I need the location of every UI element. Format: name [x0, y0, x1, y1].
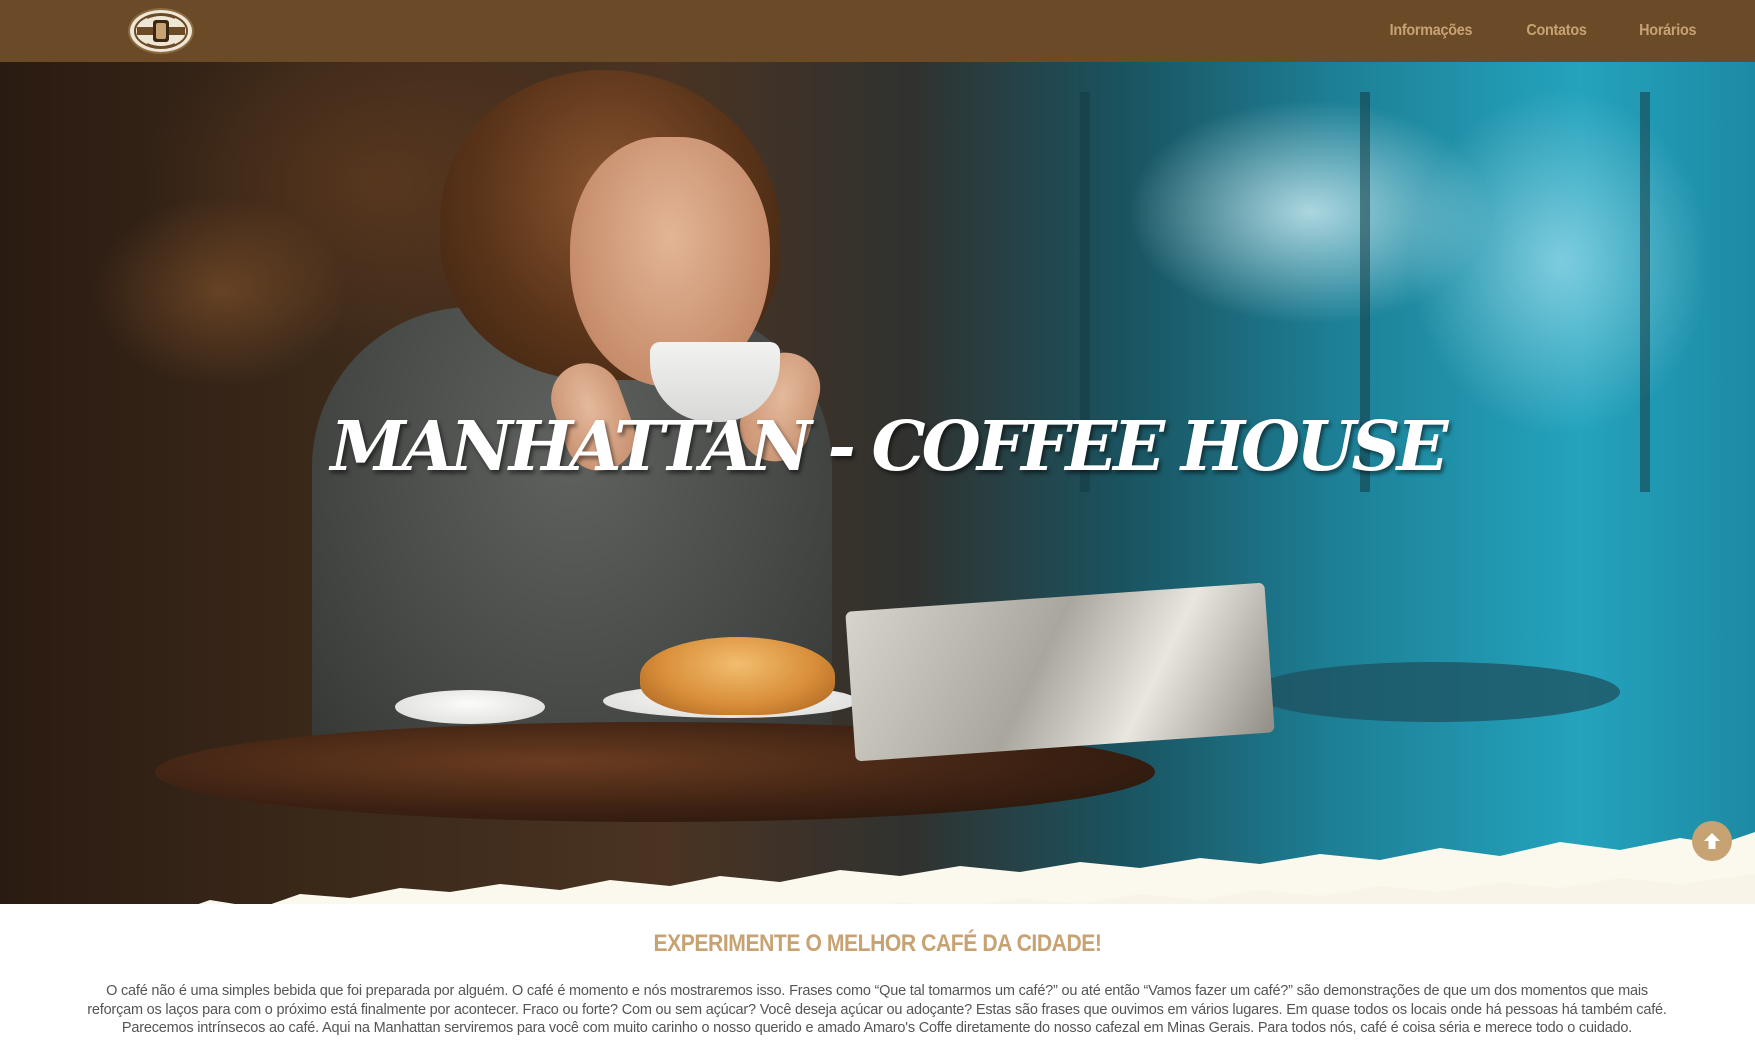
main-nav: Informações Contatos Horários [1385, 0, 1699, 62]
intro-paragraph: O café não é uma simples bebida que foi … [87, 983, 1667, 1036]
plate-image [395, 690, 545, 724]
intro-heading: EXPERIMENTE O MELHOR CAFÉ DA CIDADE! [653, 930, 1102, 957]
nav-link-informacoes[interactable]: Informações [1389, 22, 1472, 40]
nav-link-contatos[interactable]: Contatos [1526, 22, 1587, 40]
croissant-image [640, 637, 835, 715]
paper-bag-image [845, 582, 1275, 762]
scroll-to-top-button[interactable] [1692, 821, 1732, 861]
torn-paper-divider [198, 832, 1755, 904]
coffee-badge-icon [134, 13, 188, 49]
hero-title: MANHATTAN - COFFEE HOUSE [330, 407, 1449, 487]
background-table-image [1250, 662, 1620, 722]
logo[interactable] [128, 8, 194, 54]
hero-section: MANHATTAN - COFFEE HOUSE [0, 62, 1755, 904]
arrow-up-icon [1704, 833, 1720, 849]
top-navigation-bar: Informações Contatos Horários [0, 0, 1755, 62]
nav-link-horarios[interactable]: Horários [1639, 22, 1696, 40]
